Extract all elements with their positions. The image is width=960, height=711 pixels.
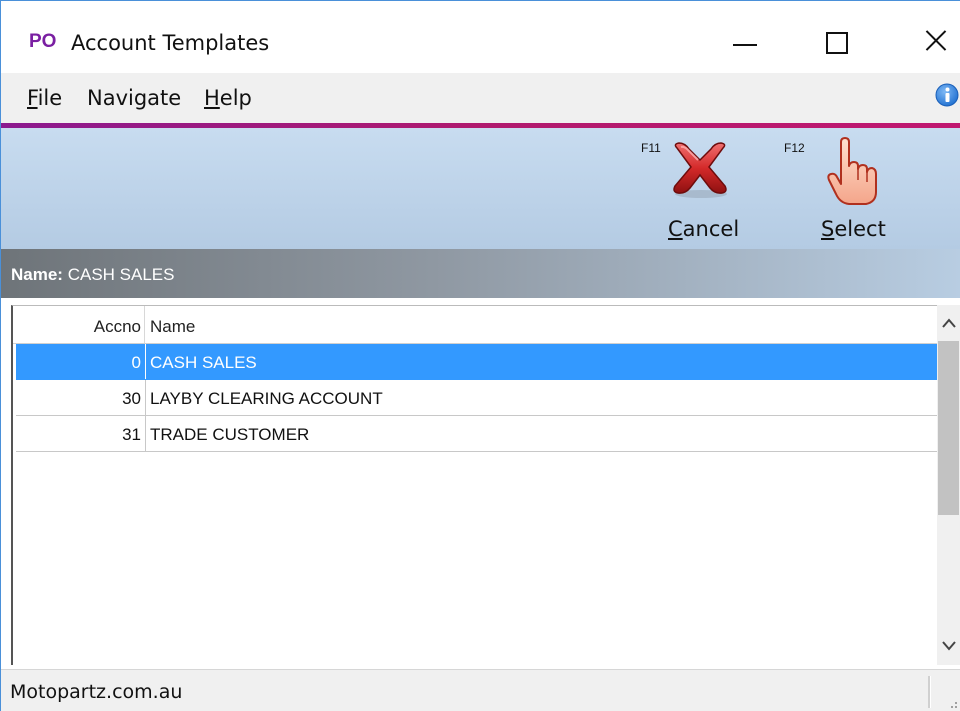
menu-file[interactable]: File (27, 86, 62, 110)
account-templates-window: PO Account Templates File Navigate Help (0, 0, 960, 711)
cell-name: LAYBY CLEARING ACCOUNT (150, 389, 383, 408)
title-bar[interactable]: PO Account Templates (1, 1, 960, 73)
select-button[interactable]: F12 Select (781, 128, 891, 249)
column-header-accno[interactable]: Accno (13, 306, 145, 343)
menu-file-mnemonic: F (27, 86, 38, 110)
info-icon[interactable] (935, 83, 959, 107)
pointing-hand-icon (827, 137, 877, 205)
name-banner: Name: CASH SALES (1, 249, 960, 298)
column-header-name[interactable]: Name (150, 306, 195, 343)
table-row[interactable]: 0 CASH SALES (16, 344, 937, 380)
cell-accno: 31 (16, 416, 146, 451)
accounts-grid[interactable]: Accno Name 0 CASH SALES 30 LAYBY CLEARIN… (11, 305, 960, 665)
cancel-label-rest: ancel (682, 217, 740, 241)
cancel-mnemonic: C (668, 217, 683, 241)
close-button[interactable] (887, 1, 960, 73)
close-icon (921, 25, 951, 55)
menu-help[interactable]: Help (204, 86, 252, 110)
minimize-button[interactable] (675, 1, 771, 73)
cell-accno: 0 (16, 344, 146, 379)
scroll-down-arrow-icon[interactable] (937, 629, 960, 665)
app-badge: PO (29, 31, 57, 52)
cancel-button[interactable]: F11 Cancel (631, 128, 741, 249)
resize-grip-icon[interactable] (945, 696, 959, 710)
menu-help-mnemonic: H (204, 86, 220, 110)
status-text: Motopartz.com.au (10, 681, 183, 703)
menu-bar: File Navigate Help (1, 73, 960, 123)
menu-help-label: elp (219, 86, 252, 110)
cancel-shortcut: F11 (641, 141, 661, 155)
select-mnemonic: S (821, 217, 835, 241)
minimize-icon (733, 44, 757, 46)
select-shortcut: F12 (784, 141, 805, 155)
status-bar: Motopartz.com.au (1, 669, 960, 711)
name-banner-label: Name: (11, 265, 63, 284)
menu-file-label: ile (37, 86, 63, 110)
select-label: Select (821, 217, 886, 241)
cancel-label: Cancel (668, 217, 739, 241)
menu-navigate[interactable]: Navigate (87, 86, 181, 110)
cell-name: CASH SALES (150, 353, 257, 372)
table-row[interactable]: 30 LAYBY CLEARING ACCOUNT (16, 380, 937, 416)
scroll-up-arrow-icon[interactable] (937, 305, 960, 341)
maximize-icon (826, 32, 848, 54)
table-row[interactable]: 31 TRADE CUSTOMER (16, 416, 937, 452)
cell-accno: 30 (16, 380, 146, 415)
name-banner-text: Name: CASH SALES (11, 265, 174, 285)
name-banner-value: CASH SALES (67, 265, 175, 284)
cell-name: TRADE CUSTOMER (150, 425, 310, 444)
scroll-thumb[interactable] (938, 341, 959, 515)
select-label-rest: elect (834, 217, 886, 241)
grid-header: Accno Name (13, 306, 937, 344)
window-title: Account Templates (71, 31, 270, 55)
toolbar: F11 Cancel F12 Select (1, 128, 960, 249)
vertical-scrollbar[interactable] (937, 305, 960, 665)
maximize-button[interactable] (792, 1, 888, 73)
red-x-icon (673, 142, 727, 198)
status-separator (928, 676, 931, 708)
